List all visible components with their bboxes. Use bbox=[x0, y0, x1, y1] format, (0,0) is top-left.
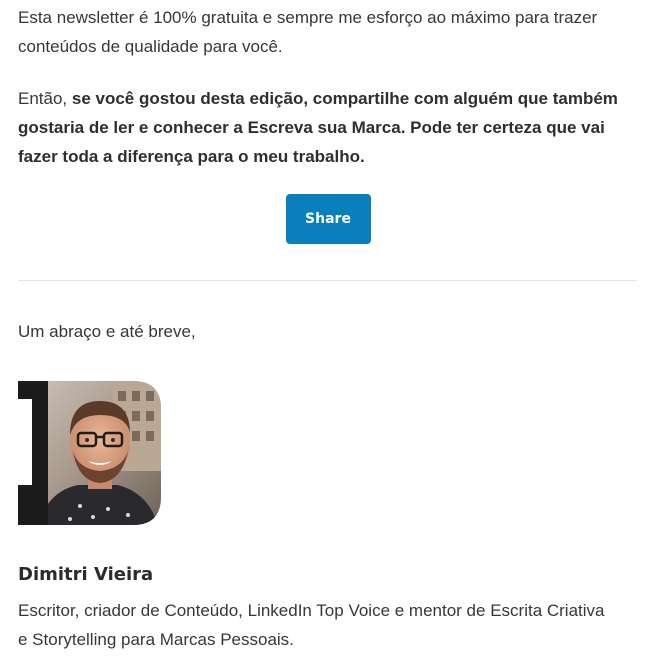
share-button-container: Share bbox=[18, 194, 638, 244]
share-request-paragraph: Então, se você gostou desta edição, comp… bbox=[18, 84, 618, 171]
divider bbox=[18, 280, 637, 281]
author-name: Dimitri Vieira bbox=[18, 564, 154, 585]
share-request-bold: se você gostou desta edição, compartilhe… bbox=[18, 89, 618, 166]
closing-text: Um abraço e até breve, bbox=[18, 322, 196, 341]
author-bio: Escritor, criador de Conteúdo, LinkedIn … bbox=[18, 601, 605, 649]
share-request-prefix: Então, bbox=[18, 89, 72, 108]
author-avatar bbox=[18, 381, 161, 525]
intro-paragraph: Esta newsletter é 100% gratuita e sempre… bbox=[18, 8, 598, 56]
share-button[interactable]: Share bbox=[285, 194, 371, 244]
